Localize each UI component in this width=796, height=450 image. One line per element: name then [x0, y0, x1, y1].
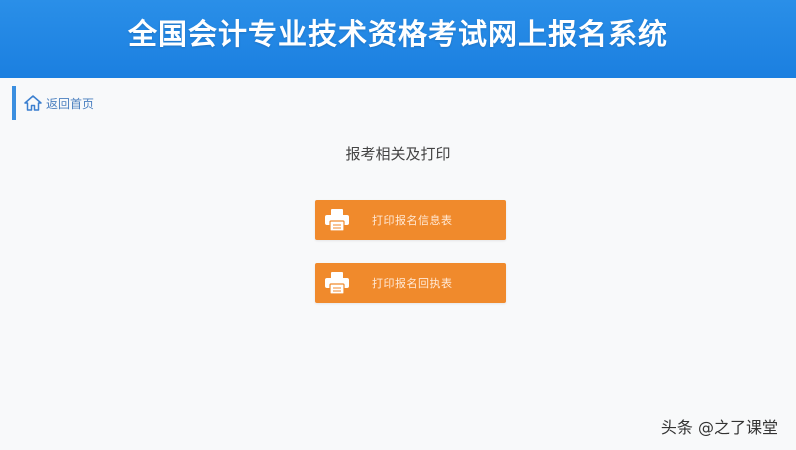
- home-icon[interactable]: [24, 95, 42, 111]
- app-header: 全国会计专业技术资格考试网上报名系统: [0, 0, 796, 78]
- section-title: 报考相关及打印: [345, 145, 451, 163]
- print-registration-receipt-button[interactable]: 打印报名回执表: [315, 263, 506, 303]
- button-label: 打印报名回执表: [372, 277, 453, 290]
- app-title: 全国会计专业技术资格考试网上报名系统: [127, 17, 668, 51]
- watermark: 头条 @之了课堂: [660, 418, 778, 437]
- printer-icon: [324, 208, 350, 232]
- breadcrumb-home-link[interactable]: 返回首页: [46, 95, 94, 112]
- breadcrumb: 返回首页: [12, 86, 782, 120]
- printer-icon: [324, 271, 350, 295]
- button-label: 打印报名信息表: [372, 214, 453, 227]
- print-registration-form-button[interactable]: 打印报名信息表: [315, 200, 506, 240]
